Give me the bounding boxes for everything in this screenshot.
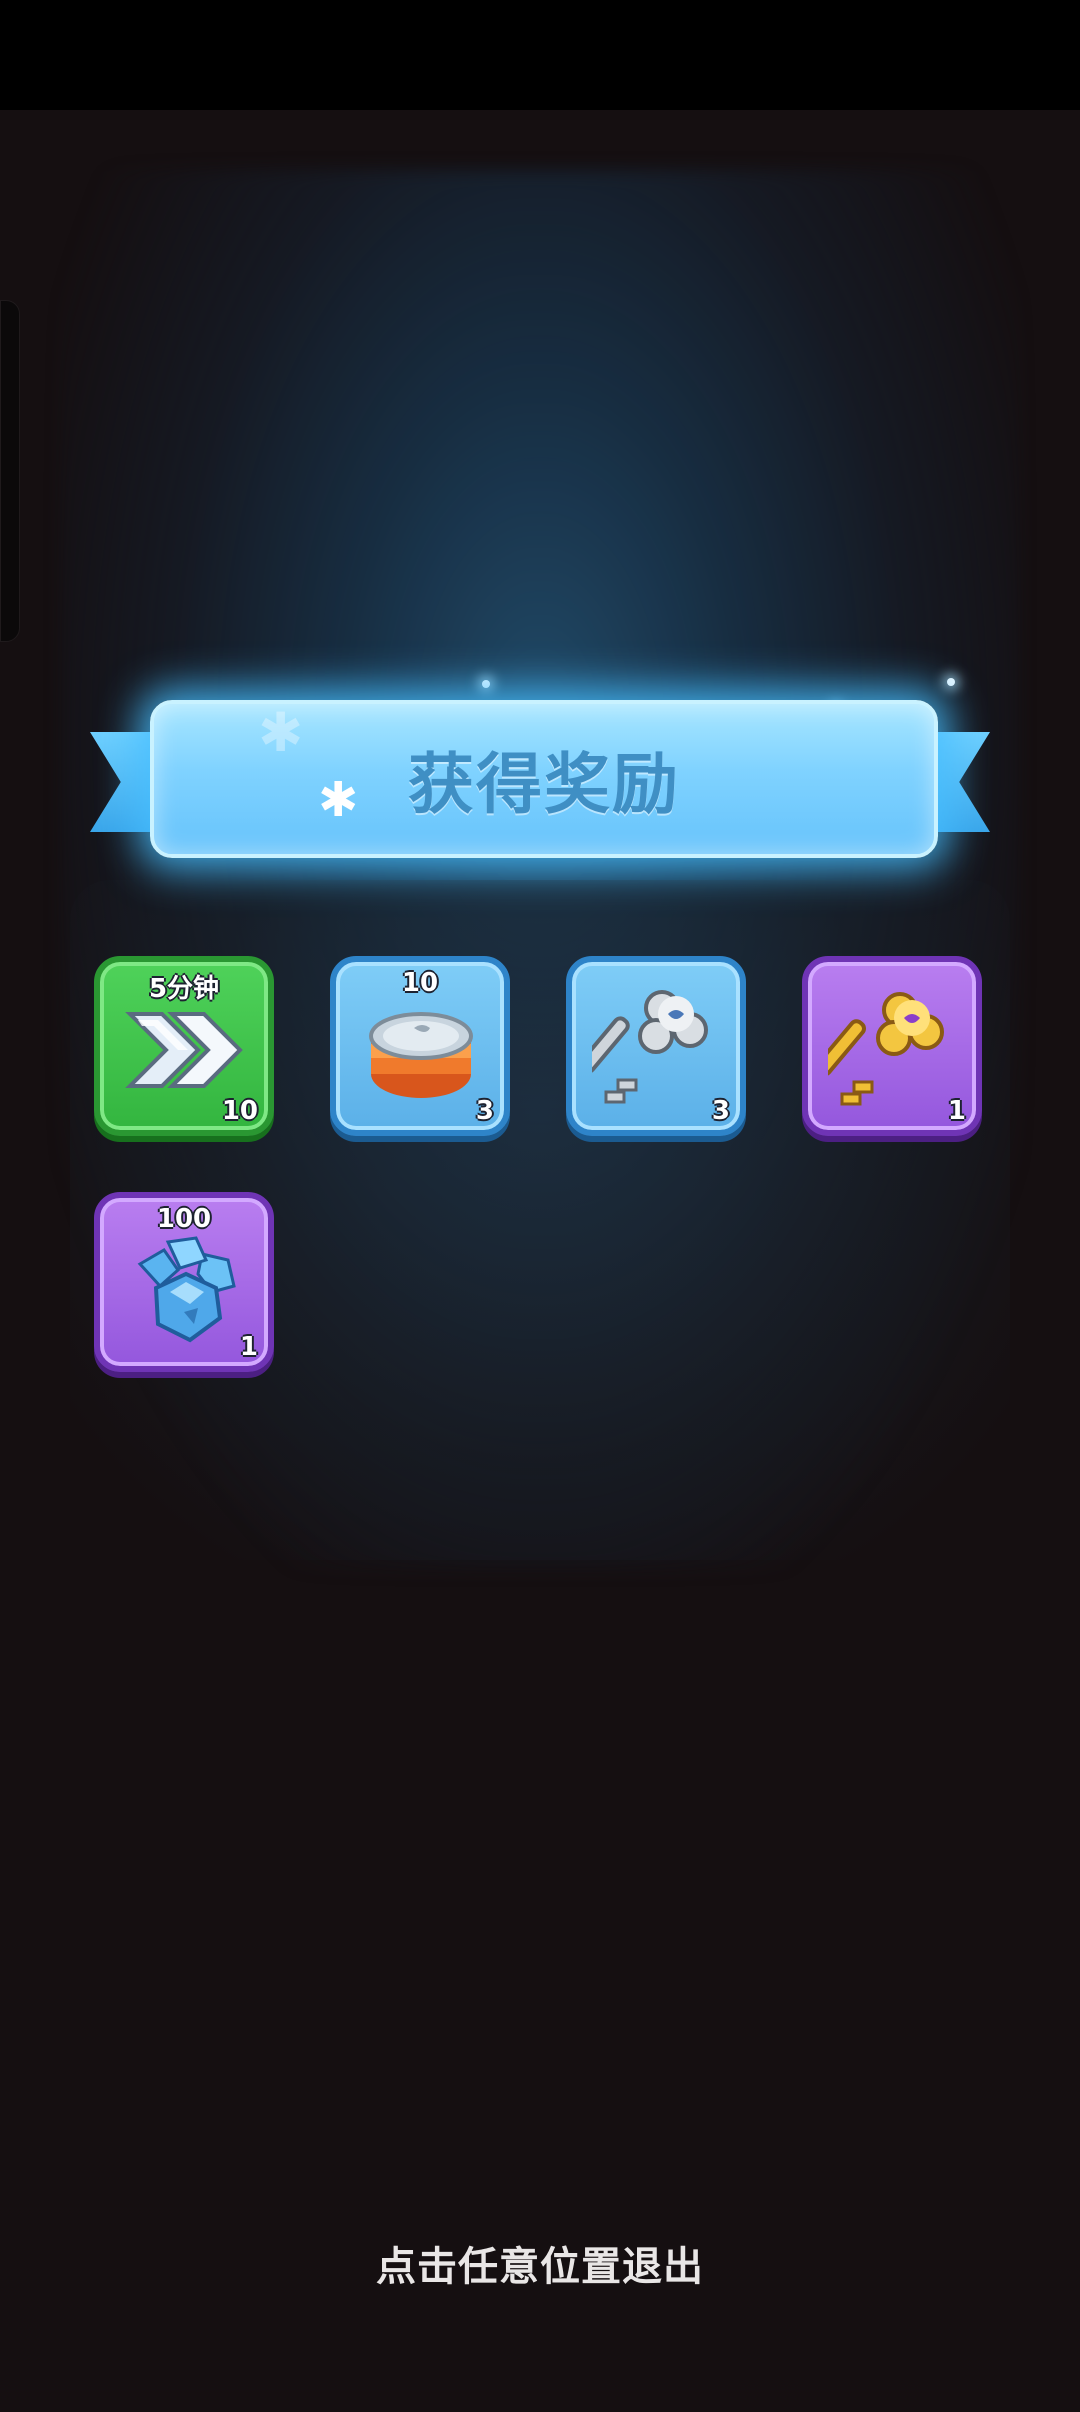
reward-item-speedup[interactable]: 5分钟 10	[94, 956, 274, 1136]
reward-count: 3	[711, 1096, 730, 1126]
reward-item-gold-key[interactable]: 1	[802, 956, 982, 1136]
reward-count: 1	[947, 1096, 966, 1126]
reward-item-can[interactable]: 10 3	[330, 956, 510, 1136]
gold-key-icon	[828, 992, 944, 1106]
reward-item-silver-key[interactable]: 3	[566, 956, 746, 1136]
food-can-icon	[369, 1012, 473, 1098]
silver-key-icon	[592, 990, 708, 1104]
reward-count: 3	[475, 1096, 494, 1126]
reward-count: 1	[239, 1332, 258, 1362]
tap-to-exit-hint[interactable]: 点击任意位置退出	[0, 2234, 1080, 2292]
reward-count: 10	[221, 1096, 258, 1126]
sparkle-icon	[482, 680, 490, 688]
reward-item-gems[interactable]: 100 1	[94, 1192, 274, 1372]
banner-plate: ✱ ✱ 获得奖励	[150, 700, 938, 858]
blue-gems-icon	[137, 1236, 236, 1343]
reward-banner: ✱ ✱ 获得奖励	[90, 700, 990, 858]
sparkle-icon	[947, 678, 955, 686]
status-bar-area	[0, 0, 1080, 110]
reward-screen[interactable]: ✱ ✱ 获得奖励 5分钟 10 10 3 3 1 100 1 点击任意位置退出	[0, 0, 1080, 2412]
banner-title: 获得奖励	[408, 746, 680, 823]
reward-quantity: 10	[401, 968, 439, 998]
reward-quantity: 100	[156, 1204, 212, 1234]
reward-duration: 5分钟	[148, 974, 220, 1004]
side-drawer-handle[interactable]	[0, 300, 20, 642]
